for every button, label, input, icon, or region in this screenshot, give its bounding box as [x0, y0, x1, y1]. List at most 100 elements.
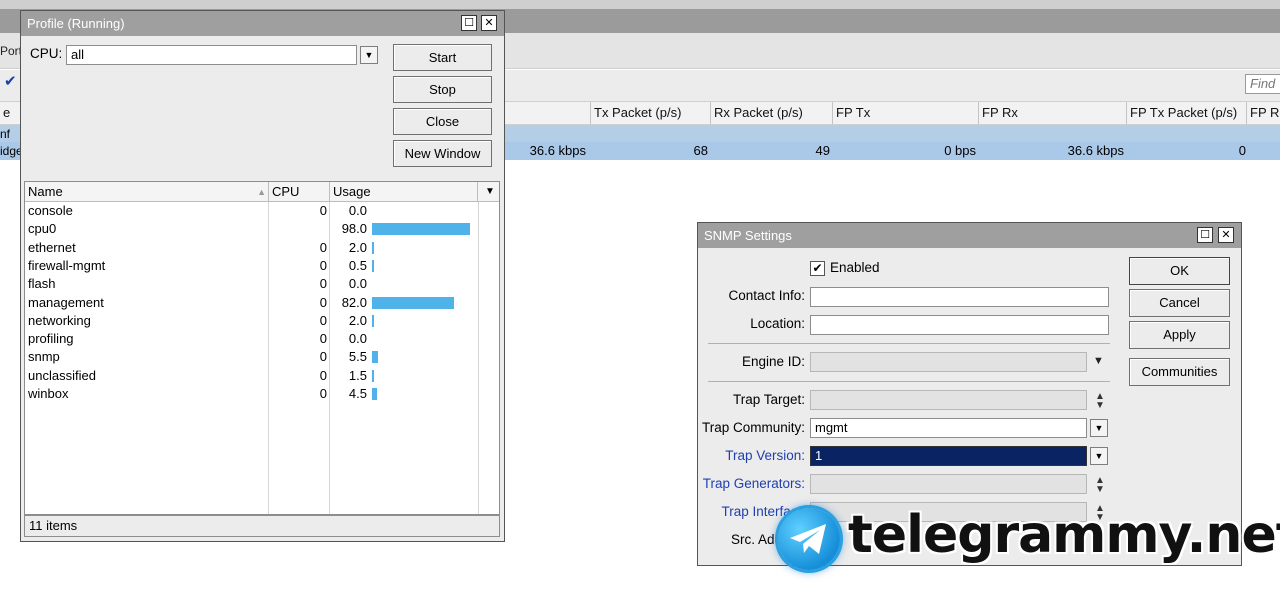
engine-id-field[interactable]	[810, 352, 1087, 372]
row-cpu: 0	[319, 386, 327, 401]
row-name: unclassified	[28, 367, 96, 383]
table-row[interactable]: cpu0 98.0	[25, 220, 499, 238]
row-name: firewall-mgmt	[28, 257, 106, 273]
trap-generators-label: Trap Generators:	[702, 476, 805, 491]
find-input[interactable]: Find	[1245, 74, 1280, 94]
chevron-down-icon[interactable]: ▼	[1090, 419, 1108, 437]
trap-generators-field[interactable]	[810, 474, 1087, 494]
row-name: management	[28, 294, 104, 310]
chevron-down-icon[interactable]: ▼	[1090, 447, 1108, 465]
table-row[interactable]: networking 0 2.0	[25, 312, 499, 330]
snmp-window-title[interactable]: SNMP Settings	[698, 223, 1241, 248]
row-cpu: 0	[319, 367, 327, 383]
apply-button[interactable]: Apply	[1129, 321, 1230, 349]
row-name: nf	[0, 127, 11, 141]
table-row[interactable]: ethernet 0 2.0	[25, 239, 499, 257]
profile-table: Name ▲ CPU Usage ▼ console 0 0.0 cpu0 98.0 et…	[24, 181, 500, 515]
stop-button[interactable]: Stop	[393, 76, 492, 103]
telegram-logo-icon	[778, 508, 840, 570]
column-header-cpu[interactable]: CPU	[269, 182, 330, 202]
table-row[interactable]: management 0 82.0	[25, 294, 499, 312]
column-header-tx-packet[interactable]: Tx Packet (p/s)	[590, 102, 710, 124]
row-cpu: 0	[319, 203, 327, 218]
column-header-name[interactable]: Name ▲	[25, 182, 269, 202]
row-usage: 5.5	[348, 349, 367, 365]
trap-community-label: Trap Community:	[701, 420, 805, 435]
ok-button[interactable]: OK	[1129, 257, 1230, 285]
maximize-icon[interactable]: ☐	[461, 15, 477, 31]
row-name: snmp	[28, 349, 60, 365]
usage-bar	[372, 314, 374, 327]
contact-info-field[interactable]	[810, 287, 1109, 307]
column-menu-icon[interactable]: ▼	[480, 182, 500, 202]
row-name: console	[28, 203, 73, 218]
status-bar: 11 items	[24, 515, 500, 537]
row-usage: 0.0	[348, 276, 367, 292]
maximize-icon[interactable]: ☐	[1197, 227, 1213, 243]
row-fp-tx-packet: 0	[1238, 143, 1246, 158]
table-row[interactable]: firewall-mgmt 0 0.5	[25, 257, 499, 275]
table-row[interactable]: snmp 0 5.5	[25, 348, 499, 366]
usage-bar	[372, 241, 374, 254]
row-usage: 0.5	[348, 257, 367, 273]
row-usage: 2.0	[348, 312, 367, 328]
row-rx-rate: 36.6 kbps	[529, 143, 586, 158]
column-header-name[interactable]: e	[0, 102, 20, 124]
trap-target-field[interactable]	[810, 390, 1087, 410]
table-row[interactable]: flash 0 0.0	[25, 275, 499, 293]
location-field[interactable]	[810, 315, 1109, 335]
close-icon[interactable]: ✕	[1218, 227, 1234, 243]
paper-plane-icon	[790, 524, 826, 554]
new-window-button[interactable]: New Window	[393, 140, 492, 167]
close-icon[interactable]: ✕	[481, 15, 497, 31]
table-row[interactable]: console 0 0.0	[25, 202, 499, 220]
table-row[interactable]: profiling 0 0.0	[25, 330, 499, 348]
cpu-label: CPU:	[30, 46, 63, 61]
background-top-strip	[0, 0, 1280, 9]
enabled-checkbox[interactable]: ✔	[810, 261, 825, 276]
table-row[interactable]: winbox 0 4.5	[25, 385, 499, 403]
spinner-icon[interactable]: ▲ ▼	[1093, 476, 1107, 495]
spinner-icon[interactable]: ▲ ▼	[1093, 392, 1107, 411]
close-button[interactable]: Close	[393, 108, 492, 135]
cpu-select[interactable]: all	[66, 45, 357, 65]
usage-bar	[372, 388, 377, 400]
profile-window-title[interactable]: Profile (Running)	[21, 11, 504, 36]
row-cpu: 0	[319, 294, 327, 310]
row-cpu: 0	[319, 257, 327, 273]
column-header-fp-tx-packet[interactable]: FP Tx Packet (p/s)	[1126, 102, 1246, 124]
trap-community-field[interactable]: mgmt	[810, 418, 1087, 438]
column-header-fp-tx[interactable]: FP Tx	[832, 102, 978, 124]
communities-button[interactable]: Communities	[1129, 358, 1230, 386]
chevron-down-icon[interactable]: ▼	[360, 46, 378, 64]
row-cpu: 0	[319, 349, 327, 365]
column-header-name-label: Name	[28, 184, 63, 199]
column-header-fp-rx-packet[interactable]: FP R	[1246, 102, 1280, 124]
row-cpu: 0	[319, 331, 327, 347]
usage-bar	[372, 351, 378, 364]
row-fp-rx: 36.6 kbps	[1067, 143, 1124, 158]
trap-version-field[interactable]: 1	[810, 446, 1087, 466]
enable-check-icon[interactable]: ✔	[4, 74, 20, 90]
cancel-button[interactable]: Cancel	[1129, 289, 1230, 317]
table-row[interactable]: unclassified 0 1.5	[25, 367, 499, 385]
start-button[interactable]: Start	[393, 44, 492, 71]
contact-info-label: Contact Info:	[728, 288, 805, 303]
row-cpu: 0	[319, 276, 327, 292]
usage-bar	[372, 259, 374, 272]
column-header-fp-rx[interactable]: FP Rx	[978, 102, 1126, 124]
engine-id-label: Engine ID:	[741, 354, 805, 369]
divider	[708, 343, 1110, 344]
row-name: networking	[28, 312, 91, 328]
row-tx-packet: 68	[693, 143, 708, 158]
watermark-text: telegrammy.net	[848, 505, 1280, 565]
row-name: flash	[28, 276, 56, 292]
column-header-rx-packet[interactable]: Rx Packet (p/s)	[710, 102, 832, 124]
row-name: ethernet	[28, 239, 76, 255]
chevron-down-icon[interactable]: ▼	[1093, 355, 1104, 367]
row-usage: 1.5	[348, 367, 367, 383]
trap-version-label: Trap Version:	[725, 448, 805, 463]
row-cpu: 0	[319, 239, 327, 255]
column-header-usage[interactable]: Usage	[330, 182, 478, 202]
profile-table-header: Name ▲ CPU Usage ▼	[25, 182, 499, 202]
